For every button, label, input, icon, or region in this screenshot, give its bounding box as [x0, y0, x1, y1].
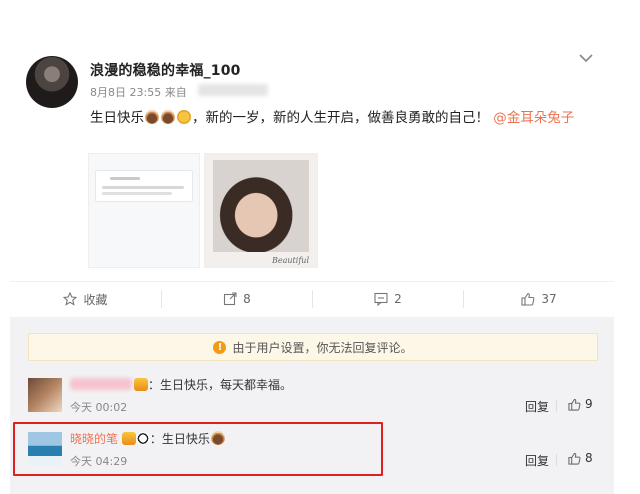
- comment-count: 2: [394, 292, 402, 306]
- crown-badge-icon: [134, 378, 148, 391]
- post-image-screenshot[interactable]: [88, 153, 200, 268]
- thumb-up-icon: [568, 452, 581, 465]
- star-icon: [63, 292, 78, 306]
- divider: [556, 400, 557, 412]
- comment-like-button[interactable]: 9: [568, 397, 593, 411]
- comment-icon: [374, 292, 388, 306]
- screenshot-line: [110, 177, 140, 180]
- author-avatar[interactable]: [26, 56, 78, 108]
- post-text: 生日快乐 ，新的一岁，新的人生开启，做善良勇敢的自己！ @金耳朵兔子: [90, 107, 600, 129]
- repost-button[interactable]: 8: [162, 282, 312, 316]
- warning-icon: !: [213, 340, 227, 354]
- post-text-greeting: 生日快乐: [90, 110, 144, 126]
- reply-disabled-notice: ! 由于用户设置，你无法回复评论。: [28, 333, 598, 361]
- post-text-body: ，新的一岁，新的人生开启，做善良勇敢的自己！: [192, 110, 489, 126]
- comment-time: 今天 00:02: [70, 401, 128, 414]
- commenter-avatar[interactable]: [28, 378, 62, 412]
- reply-button[interactable]: 回复: [525, 452, 549, 469]
- cake-emoji-icon: [161, 110, 175, 124]
- screenshot-line: [102, 192, 172, 195]
- post-source-prefix: 来自: [164, 86, 187, 99]
- favorite-label: 收藏: [83, 292, 108, 307]
- repost-count: 8: [243, 292, 251, 306]
- reply-button[interactable]: 回复: [525, 398, 549, 415]
- post-image-photo[interactable]: Beautiful: [204, 153, 318, 268]
- post-date[interactable]: 8月8日 23:55: [90, 86, 161, 99]
- comment-text: ：生日快乐，每天都幸福。: [134, 376, 292, 393]
- post-source-redacted: [198, 84, 268, 96]
- cake-emoji-icon: [145, 110, 159, 124]
- screenshot-line: [102, 186, 184, 189]
- comment-like-button[interactable]: 8: [568, 451, 593, 465]
- highlight-box: [13, 422, 383, 476]
- thumb-up-icon: [568, 398, 581, 411]
- screenshot-card: [95, 170, 193, 202]
- chevron-down-icon[interactable]: [578, 52, 594, 64]
- author-name[interactable]: 浪漫的稳稳的幸福_100: [90, 60, 241, 80]
- like-count: 37: [541, 292, 557, 306]
- photo-signature: Beautiful: [272, 256, 309, 265]
- divider: [556, 454, 557, 466]
- like-button[interactable]: 37: [464, 282, 614, 316]
- cheers-emoji-icon: [177, 110, 191, 124]
- repost-icon: [224, 292, 237, 306]
- photo-content: [213, 160, 309, 252]
- thumb-up-icon: [521, 292, 535, 306]
- mention-link[interactable]: @金耳朵兔子: [493, 110, 574, 126]
- commenter-name-redacted[interactable]: [70, 378, 132, 390]
- notice-text: 由于用户设置，你无法回复评论。: [232, 340, 413, 355]
- comment-button[interactable]: 2: [313, 282, 463, 316]
- comment-like-count: 8: [585, 451, 593, 465]
- post-meta: 8月8日 23:55 来自: [90, 84, 187, 100]
- comment-like-count: 9: [585, 397, 593, 411]
- action-bar: 收藏 8 2 37: [10, 281, 614, 316]
- comment-body: ：生日快乐，每天都幸福。: [148, 378, 293, 392]
- favorite-button[interactable]: 收藏: [10, 282, 161, 316]
